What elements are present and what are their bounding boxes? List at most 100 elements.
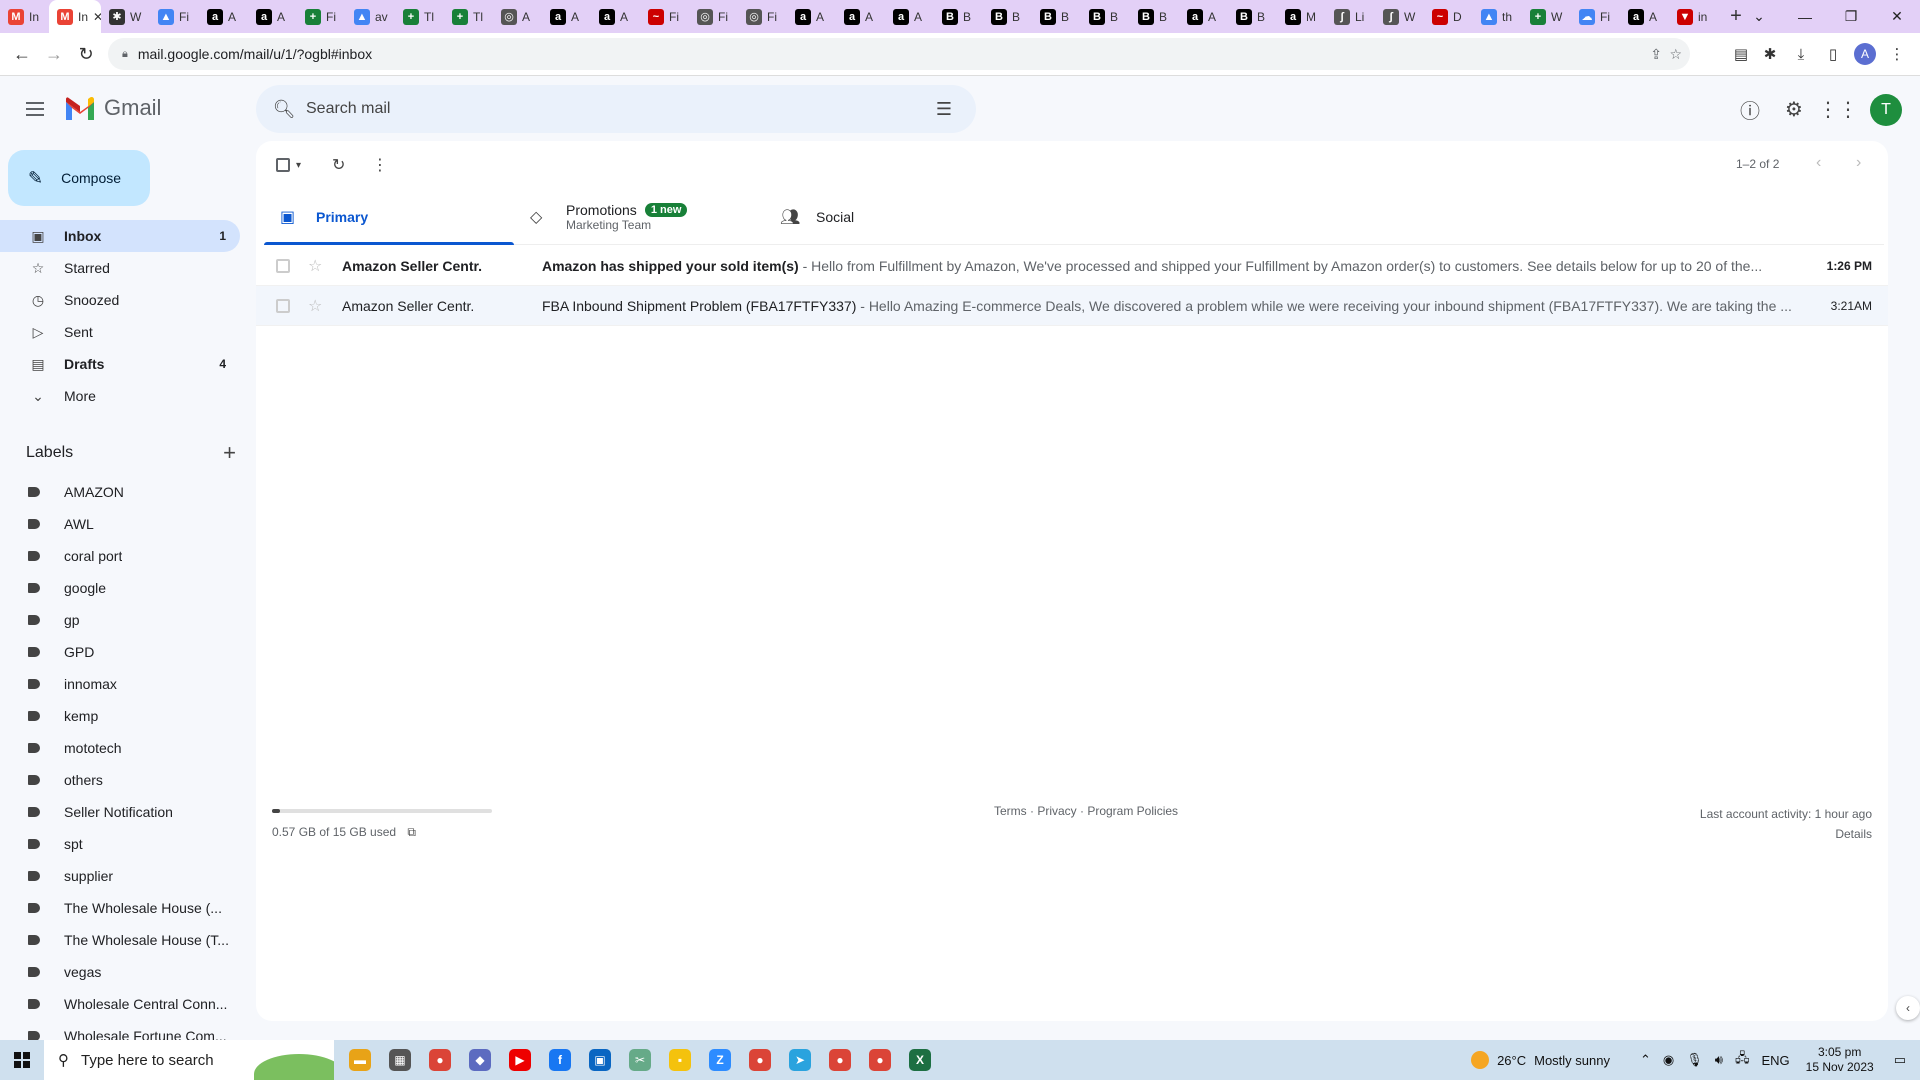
browser-tab[interactable]: ▲ av	[346, 0, 395, 33]
label-item[interactable]: The Wholesale House (...	[0, 892, 232, 924]
footer-links[interactable]: Terms · Privacy · Program Policies	[994, 804, 1178, 818]
windows-start-icon[interactable]	[0, 1040, 44, 1080]
reload-icon[interactable]: ↻	[70, 38, 102, 70]
details-link[interactable]: Details	[1700, 824, 1872, 844]
label-item[interactable]: others	[0, 764, 232, 796]
tab-promotions[interactable]: ◇ Promotions 1 new Marketing Team	[514, 189, 764, 245]
help-icon[interactable]: ⓘ	[1734, 93, 1766, 125]
star-icon[interactable]: ☆	[308, 296, 328, 316]
clock[interactable]: 3:05 pm 15 Nov 2023	[1806, 1045, 1874, 1075]
weather-widget[interactable]: 26°C Mostly sunny	[1471, 1051, 1610, 1069]
minimize-icon[interactable]: —	[1782, 0, 1828, 33]
browser-tab[interactable]: ~ Fi	[640, 0, 689, 33]
add-label-icon[interactable]: +	[223, 440, 236, 466]
label-item[interactable]: gp	[0, 604, 232, 636]
search-options-icon[interactable]: ☰	[924, 99, 964, 120]
network-icon[interactable]: 🖧︎	[1735, 1049, 1750, 1071]
browser-tab[interactable]: + Fi	[297, 0, 346, 33]
tab-primary[interactable]: ▣ Primary	[264, 189, 514, 245]
email-row[interactable]: ☆ Amazon Seller Centr. FBA Inbound Shipmen…	[256, 286, 1888, 326]
share-icon[interactable]: ⇪	[1650, 46, 1662, 63]
taskbar-chrome-2-icon[interactable]: ●	[740, 1040, 780, 1080]
browser-tab[interactable]: aA	[248, 0, 297, 33]
side-panel-toggle-icon[interactable]: ‹	[1896, 996, 1920, 1020]
browser-tab[interactable]: ~ D	[1424, 0, 1473, 33]
label-item[interactable]: coral port	[0, 540, 232, 572]
browser-tab[interactable]: ◎ Fi	[689, 0, 738, 33]
newer-page-icon[interactable]: ‹	[1816, 154, 1821, 172]
browser-tab[interactable]: ∫ Li	[1326, 0, 1375, 33]
taskbar-app-blue-icon[interactable]: ◆	[460, 1040, 500, 1080]
taskbar-search[interactable]: ⚲ Type here to search	[44, 1040, 334, 1080]
main-menu-icon[interactable]	[20, 94, 50, 124]
sidebar-item-snoozed[interactable]: ◷ Snoozed	[0, 284, 240, 316]
browser-tab[interactable]: + Tl	[444, 0, 493, 33]
tab-search-icon[interactable]: ⌄	[1736, 0, 1782, 33]
url-field[interactable]: 🔒︎ mail.google.com/mail/u/1/?ogbl#inbox …	[108, 38, 1690, 70]
browser-tab[interactable]: aA	[1179, 0, 1228, 33]
taskbar-snipping-icon[interactable]: ✂	[620, 1040, 660, 1080]
search-icon[interactable]: 🔍︎	[262, 99, 306, 120]
restore-icon[interactable]: ❐	[1828, 0, 1874, 33]
older-page-icon[interactable]: ›	[1856, 154, 1861, 172]
browser-tab[interactable]: ∫ W	[1375, 0, 1424, 33]
email-row[interactable]: ☆ Amazon Seller Centr. Amazon has shipped …	[256, 246, 1888, 286]
taskbar-excel-icon[interactable]: X	[900, 1040, 940, 1080]
language-indicator[interactable]: ENG	[1761, 1053, 1789, 1068]
browser-menu-icon[interactable]: ⋮	[1884, 41, 1910, 67]
browser-tab[interactable]: aA	[1620, 0, 1669, 33]
taskbar-store-icon[interactable]: ▣	[580, 1040, 620, 1080]
browser-tab[interactable]: ◎ Fi	[738, 0, 787, 33]
select-dropdown-icon[interactable]: ▾	[296, 155, 301, 175]
taskbar-chrome-3-icon[interactable]: ●	[820, 1040, 860, 1080]
gmail-logo[interactable]: Gmail	[64, 95, 161, 121]
label-item[interactable]: AMAZON	[0, 476, 232, 508]
browser-tab[interactable]: BB	[1228, 0, 1277, 33]
forward-icon[interactable]: →	[38, 38, 70, 70]
open-external-icon[interactable]: ⧉	[407, 825, 416, 839]
more-options-icon[interactable]: ⋮	[372, 155, 388, 175]
browser-tab[interactable]: ✱ W	[101, 0, 150, 33]
extensions-puzzle-icon[interactable]: ✱	[1757, 41, 1783, 67]
sidebar-item-starred[interactable]: ☆ Starred	[0, 252, 240, 284]
tab-social[interactable]: 👥︎ Social	[764, 189, 1014, 245]
compose-button[interactable]: ✎ Compose	[8, 150, 150, 206]
browser-tab[interactable]: ☁ Fi	[1571, 0, 1620, 33]
taskbar-telegram-icon[interactable]: ➤	[780, 1040, 820, 1080]
browser-tab[interactable]: + Tl	[395, 0, 444, 33]
select-all-checkbox[interactable]	[276, 155, 290, 175]
label-item[interactable]: google	[0, 572, 232, 604]
settings-gear-icon[interactable]: ⚙	[1778, 93, 1810, 125]
sidebar-item-inbox[interactable]: ▣ Inbox 1	[0, 220, 240, 252]
taskbar-chrome-icon[interactable]: ●	[420, 1040, 460, 1080]
browser-tab[interactable]: BB	[934, 0, 983, 33]
label-item[interactable]: Wholesale Central Conn...	[0, 988, 232, 1020]
browser-tab[interactable]: ▼ in	[1669, 0, 1718, 33]
taskbar-youtube-icon[interactable]: ▶	[500, 1040, 540, 1080]
taskbar-chrome-4-icon[interactable]: ●	[860, 1040, 900, 1080]
browser-tab[interactable]: BB	[1130, 0, 1179, 33]
email-checkbox[interactable]	[276, 258, 290, 273]
extension-off-icon[interactable]: ▤	[1728, 41, 1754, 67]
browser-tab[interactable]: + W	[1522, 0, 1571, 33]
browser-tab[interactable]: aA	[199, 0, 248, 33]
sidebar-item-more[interactable]: ⌄ More	[0, 380, 240, 412]
taskbar-zoom-icon[interactable]: Z	[700, 1040, 740, 1080]
browser-tab[interactable]: ◎ A	[493, 0, 542, 33]
label-item[interactable]: AWL	[0, 508, 232, 540]
downloads-icon[interactable]: ⤓	[1788, 41, 1814, 67]
taskbar-facebook-icon[interactable]: f	[540, 1040, 580, 1080]
side-panel-icon[interactable]: ▯	[1820, 41, 1846, 67]
search-input[interactable]	[306, 100, 924, 118]
browser-tab[interactable]: aA	[542, 0, 591, 33]
show-hidden-icons-icon[interactable]: ⌃	[1640, 1052, 1651, 1068]
label-item[interactable]: innomax	[0, 668, 232, 700]
record-icon[interactable]: ◉	[1663, 1052, 1674, 1068]
label-item[interactable]: GPD	[0, 636, 232, 668]
browser-tab[interactable]: aA	[591, 0, 640, 33]
browser-tab[interactable]: aA	[885, 0, 934, 33]
label-item[interactable]: spt	[0, 828, 232, 860]
label-item[interactable]: supplier	[0, 860, 232, 892]
browser-tab[interactable]: M In	[0, 0, 49, 33]
browser-tab[interactable]: BB	[1081, 0, 1130, 33]
